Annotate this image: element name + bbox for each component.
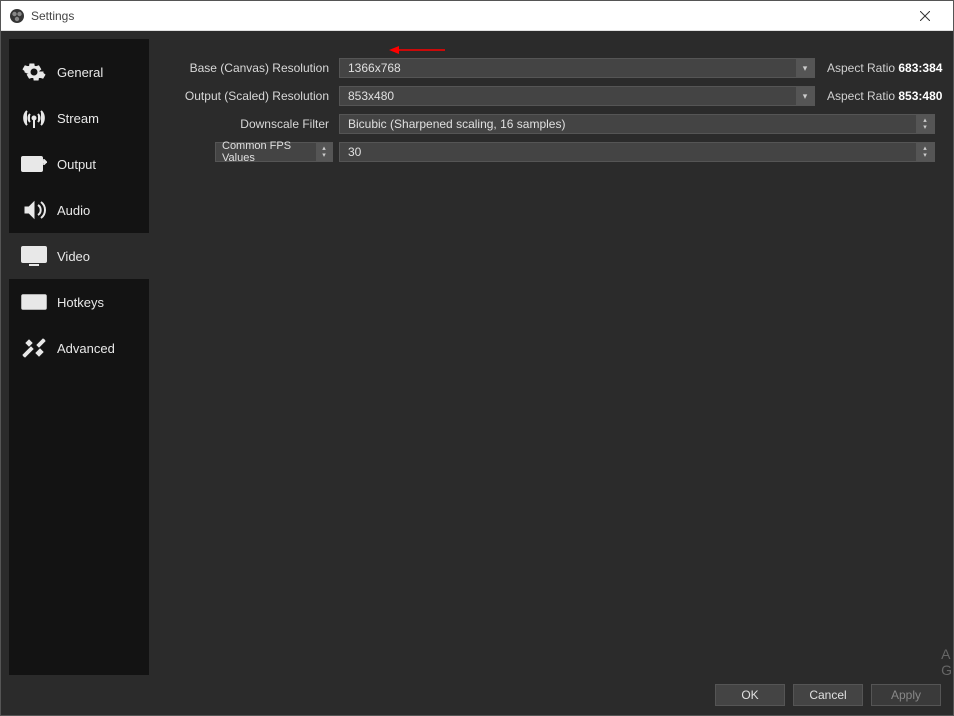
fps-value-dropdown[interactable]: 30 ▴▾ — [339, 142, 935, 162]
sidebar-item-label: General — [57, 65, 103, 80]
sidebar: General Stream Output Audio Video Hotkey… — [9, 39, 149, 675]
app-icon — [9, 8, 25, 24]
sidebar-item-output[interactable]: Output — [9, 141, 149, 187]
monitor-icon — [21, 243, 47, 269]
sidebar-item-label: Advanced — [57, 341, 115, 356]
footer: OK Cancel Apply — [1, 675, 953, 715]
ok-button[interactable]: OK — [715, 684, 785, 706]
output-aspect-ratio: Aspect Ratio 853:480 — [821, 89, 935, 103]
cancel-button[interactable]: Cancel — [793, 684, 863, 706]
spinner-icon: ▴▾ — [916, 143, 934, 161]
row-downscale-filter: Downscale Filter Bicubic (Sharpened scal… — [159, 113, 935, 135]
fps-value: 30 — [348, 145, 361, 159]
downscale-filter-dropdown[interactable]: Bicubic (Sharpened scaling, 16 samples) … — [339, 114, 935, 134]
sidebar-item-label: Audio — [57, 203, 90, 218]
close-button[interactable] — [905, 2, 945, 30]
sidebar-item-label: Hotkeys — [57, 295, 104, 310]
sidebar-item-label: Stream — [57, 111, 99, 126]
output-resolution-dropdown[interactable]: 853x480 ▾ — [339, 86, 815, 106]
annotation-arrow — [387, 43, 447, 57]
downscale-filter-value: Bicubic (Sharpened scaling, 16 samples) — [348, 117, 565, 131]
settings-window: Settings General Stream Output Audio — [0, 0, 954, 716]
antenna-icon — [21, 105, 47, 131]
spinner-icon: ▴▾ — [916, 115, 934, 133]
fps-mode-value: Common FPS Values — [222, 140, 326, 164]
chevron-down-icon: ▾ — [796, 87, 814, 105]
downscale-filter-label: Downscale Filter — [159, 117, 333, 131]
output-resolution-value: 853x480 — [348, 89, 394, 103]
base-aspect-ratio: Aspect Ratio 683:384 — [821, 61, 935, 75]
row-output-resolution: Output (Scaled) Resolution 853x480 ▾ Asp… — [159, 85, 935, 107]
sidebar-item-video[interactable]: Video — [9, 233, 149, 279]
base-resolution-value: 1366x768 — [348, 61, 401, 75]
apply-button[interactable]: Apply — [871, 684, 941, 706]
row-base-resolution: Base (Canvas) Resolution 1366x768 ▾ Aspe… — [159, 57, 935, 79]
base-resolution-label: Base (Canvas) Resolution — [159, 61, 333, 75]
tools-icon — [21, 335, 47, 361]
speaker-icon — [21, 197, 47, 223]
sidebar-item-label: Output — [57, 157, 96, 172]
sidebar-item-hotkeys[interactable]: Hotkeys — [9, 279, 149, 325]
sidebar-item-label: Video — [57, 249, 90, 264]
chevron-down-icon: ▾ — [796, 59, 814, 77]
window-title: Settings — [31, 9, 905, 23]
gear-icon — [21, 59, 47, 85]
sidebar-item-audio[interactable]: Audio — [9, 187, 149, 233]
output-icon — [21, 151, 47, 177]
window-body: General Stream Output Audio Video Hotkey… — [1, 31, 953, 675]
sidebar-item-stream[interactable]: Stream — [9, 95, 149, 141]
titlebar: Settings — [1, 1, 953, 31]
row-fps: Common FPS Values ▴▾ 30 ▴▾ — [159, 141, 935, 163]
content-pane: Base (Canvas) Resolution 1366x768 ▾ Aspe… — [149, 39, 945, 675]
output-resolution-label: Output (Scaled) Resolution — [159, 89, 333, 103]
fps-mode-dropdown[interactable]: Common FPS Values ▴▾ — [215, 142, 333, 162]
keyboard-icon — [21, 289, 47, 315]
base-resolution-dropdown[interactable]: 1366x768 ▾ — [339, 58, 815, 78]
sidebar-item-general[interactable]: General — [9, 49, 149, 95]
spinner-icon: ▴▾ — [316, 143, 332, 161]
sidebar-item-advanced[interactable]: Advanced — [9, 325, 149, 371]
